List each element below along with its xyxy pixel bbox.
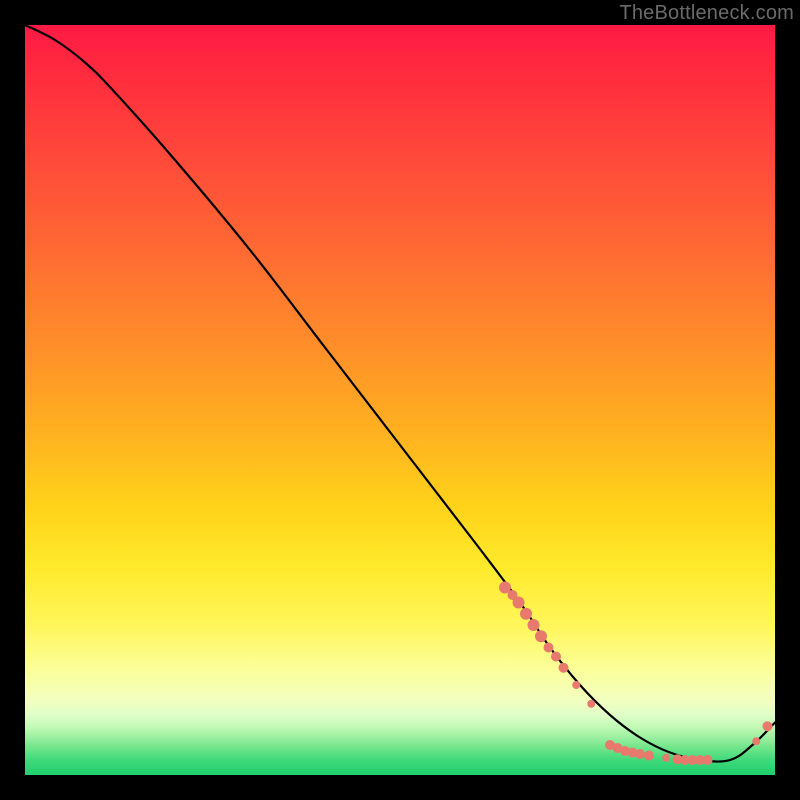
marker-dot — [644, 751, 654, 761]
plot-area — [25, 25, 775, 775]
curve-layer — [25, 25, 775, 775]
marker-dot — [752, 737, 760, 745]
marker-dot — [513, 597, 525, 609]
watermark-text: TheBottleneck.com — [619, 2, 794, 25]
marker-dot — [635, 749, 645, 759]
chart-stage: TheBottleneck.com — [0, 0, 800, 800]
marker-dot — [520, 608, 532, 620]
marker-dot — [559, 663, 569, 673]
curve-markers — [499, 582, 773, 766]
marker-dot — [703, 755, 713, 765]
marker-dot — [544, 643, 554, 653]
marker-dot — [572, 681, 580, 689]
marker-dot — [528, 619, 540, 631]
marker-dot — [662, 754, 670, 762]
bottleneck-curve — [25, 25, 775, 762]
marker-dot — [763, 721, 773, 731]
marker-dot — [535, 630, 547, 642]
marker-dot — [551, 652, 561, 662]
marker-dot — [587, 700, 595, 708]
